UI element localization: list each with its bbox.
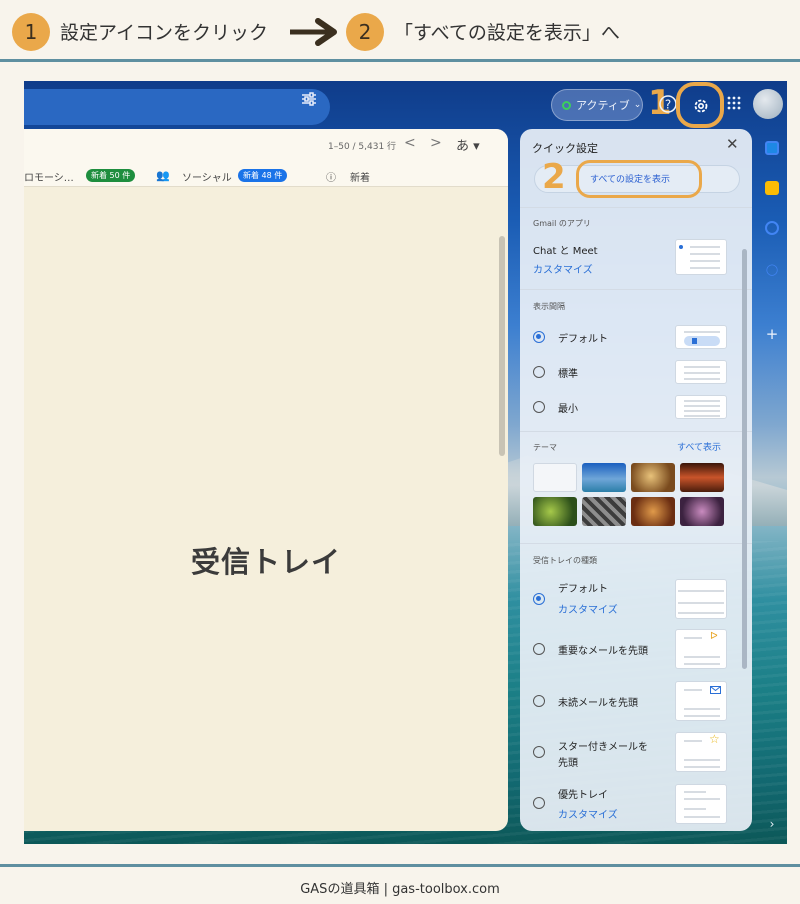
calendar-icon[interactable]	[765, 141, 779, 155]
inbox-type-unread-label: 未読メールを先頭	[558, 698, 638, 709]
search-options-icon[interactable]	[302, 92, 316, 106]
density-section-label: 表示間隔	[533, 302, 565, 311]
tab-social[interactable]: ソーシャル	[182, 169, 232, 184]
inbox-type-priority-label: 優先トレイ	[558, 790, 608, 801]
inbox-type-important-thumbnail: ᐅ	[675, 629, 727, 669]
tab-promotions[interactable]: ロモーシ…	[24, 169, 74, 184]
divider	[520, 289, 752, 290]
prev-page-button[interactable]: <	[404, 135, 416, 151]
svg-text:?: ?	[665, 98, 671, 112]
input-tools-button[interactable]: あ ▾	[456, 135, 480, 154]
density-default-radio[interactable]	[533, 331, 545, 343]
inbox-type-important-label: 重要なメールを先頭	[558, 646, 648, 657]
people-icon: 👥	[156, 169, 170, 182]
settings-button[interactable]	[676, 82, 724, 128]
theme-default-tile[interactable]	[533, 463, 577, 492]
inbox-type-starred-label-2: 先頭	[558, 758, 578, 769]
density-default-label: デフォルト	[558, 334, 608, 345]
apps-section-label: Gmail のアプリ	[533, 219, 591, 228]
density-default-thumbnail	[675, 325, 727, 349]
inbox-type-starred-label: スター付きメールを	[558, 742, 648, 753]
inbox-type-unread-thumbnail	[675, 681, 727, 721]
inbox-scrollbar[interactable]	[499, 236, 505, 456]
chat-meet-label: Chat と Meet	[533, 246, 598, 257]
instruction-bar: 1 設定アイコンをクリック 2 「すべての設定を表示」へ	[0, 0, 800, 62]
inbox-type-starred-thumbnail: ☆	[675, 732, 727, 772]
see-all-settings-label[interactable]: すべての設定を表示	[590, 172, 670, 185]
inbox-header: 1–50 / 5,431 行 < > あ ▾ ロモーシ… 新着 50 件 👥 ソ…	[24, 129, 508, 187]
theme-lake-tile[interactable]	[582, 463, 626, 492]
inbox-type-default-customize[interactable]: カスタマイズ	[558, 601, 618, 616]
inbox-title: 受信トレイ	[190, 545, 341, 579]
inbox-type-starred-radio[interactable]	[533, 746, 545, 758]
status-dot-icon	[562, 100, 571, 110]
search-bar[interactable]	[24, 89, 330, 125]
contacts-icon[interactable]: ◯	[765, 263, 779, 277]
step-1-badge: 1	[12, 13, 50, 51]
annotation-number-2: 2	[542, 157, 566, 197]
inbox-type-priority-radio[interactable]	[533, 797, 545, 809]
step-1-text: 設定アイコンをクリック	[60, 22, 269, 44]
gear-icon	[694, 99, 708, 113]
theme-flowers-tile[interactable]	[680, 497, 724, 526]
tab-updates[interactable]: 新着	[350, 169, 370, 184]
step-2-badge: 2	[346, 13, 384, 51]
theme-canyon-tile[interactable]	[680, 463, 724, 492]
divider	[520, 431, 752, 432]
next-page-button[interactable]: >	[430, 135, 442, 151]
help-icon[interactable]: ?	[658, 94, 678, 114]
density-comfortable-radio[interactable]	[533, 366, 545, 378]
inbox-type-default-label: デフォルト	[558, 584, 608, 595]
arrow-right-icon	[290, 18, 337, 46]
apps-grid-icon[interactable]	[727, 96, 741, 110]
inbox-type-section-label: 受信トレイの種類	[533, 556, 597, 565]
gmail-screenshot: アクティブ ⌄ 1 ? 1–50 / 5,431 行 < > あ ▾ ロモーシ……	[24, 81, 787, 844]
inbox-type-default-thumbnail	[675, 579, 727, 619]
theme-section-label: テーマ	[533, 443, 557, 452]
divider	[520, 543, 752, 544]
pager-text: 1–50 / 5,431 行	[328, 142, 397, 152]
tasks-icon[interactable]	[765, 221, 779, 235]
quick-settings-title: クイック設定	[532, 142, 598, 155]
info-icon: ⓘ	[326, 173, 336, 184]
theme-pipes-tile[interactable]	[582, 497, 626, 526]
density-compact-thumbnail	[675, 395, 727, 419]
important-icon: ᐅ	[710, 631, 718, 642]
close-icon[interactable]: ✕	[726, 135, 739, 153]
inbox-type-unread-radio[interactable]	[533, 695, 545, 707]
density-comfortable-label: 標準	[558, 369, 578, 380]
quick-settings-scrollbar[interactable]	[742, 249, 747, 669]
density-compact-radio[interactable]	[533, 401, 545, 413]
inbox-panel: 1–50 / 5,431 行 < > あ ▾ ロモーシ… 新着 50 件 👥 ソ…	[24, 129, 508, 831]
envelope-icon	[710, 686, 721, 694]
chat-meet-customize-link[interactable]: カスタマイズ	[533, 261, 593, 276]
density-compact-label: 最小	[558, 404, 578, 415]
tab-promotions-badge: 新着 50 件	[86, 169, 136, 182]
theme-leaf-tile[interactable]	[533, 497, 577, 526]
avatar[interactable]	[753, 89, 783, 119]
chevron-down-icon: ⌄	[633, 100, 642, 110]
step-2-text: 「すべての設定を表示」へ	[394, 22, 620, 44]
chat-meet-thumbnail	[675, 239, 727, 275]
chevron-right-icon[interactable]: ›	[765, 817, 779, 831]
quick-settings-panel: クイック設定 ✕ すべての設定を表示 Gmail のアプリ Chat と Mee…	[520, 129, 752, 831]
status-button[interactable]: アクティブ ⌄	[551, 89, 643, 121]
inbox-type-priority-thumbnail	[675, 784, 727, 824]
inbox-type-default-radio[interactable]	[533, 593, 545, 605]
divider	[520, 207, 752, 208]
theme-show-all-link[interactable]: すべて表示	[677, 440, 721, 453]
theme-autumn-tile[interactable]	[631, 497, 675, 526]
theme-chess-tile[interactable]	[631, 463, 675, 492]
keep-icon[interactable]	[765, 181, 779, 195]
footer-credit: GASの道具箱 | gas-toolbox.com	[0, 864, 800, 904]
status-label: アクティブ	[576, 99, 630, 112]
density-comfortable-thumbnail	[675, 360, 727, 384]
inbox-type-important-radio[interactable]	[533, 643, 545, 655]
inbox-type-priority-customize[interactable]: カスタマイズ	[558, 806, 618, 821]
tab-social-badge: 新着 48 件	[238, 169, 288, 182]
star-icon: ☆	[709, 732, 720, 746]
add-addon-icon[interactable]: +	[765, 327, 779, 342]
